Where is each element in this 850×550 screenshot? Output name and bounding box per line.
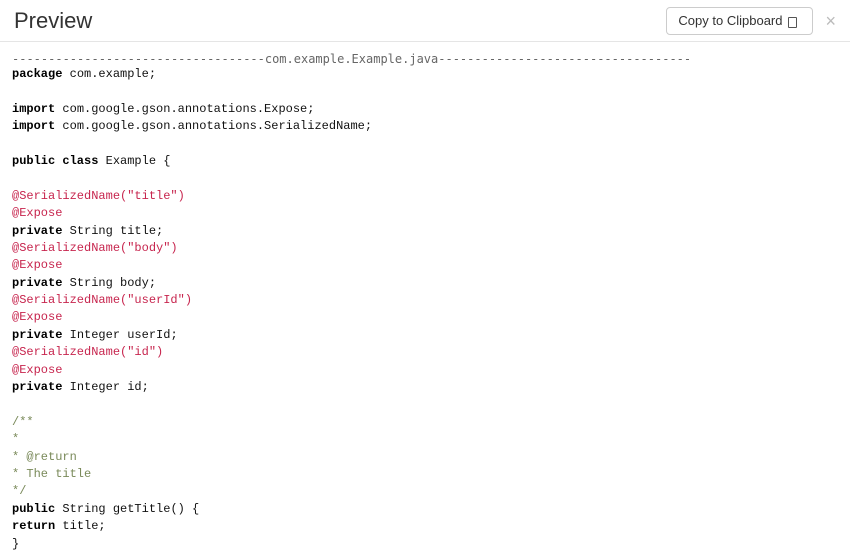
code-line: public class Example { <box>12 153 838 170</box>
code-token-ann: @Expose <box>12 363 62 377</box>
code-line: */ <box>12 483 838 500</box>
code-line <box>12 83 838 100</box>
code-line: @SerializedName("title") <box>12 188 838 205</box>
code-token-kw: private <box>12 276 62 290</box>
code-line: @Expose <box>12 205 838 222</box>
code-token-kw: private <box>12 224 62 238</box>
code-line <box>12 170 838 187</box>
header-actions: Copy to Clipboard × <box>666 7 836 35</box>
code-line: * @return <box>12 449 838 466</box>
code-token-pl: com.example; <box>62 67 156 81</box>
code-token-pl: String title; <box>62 224 163 238</box>
code-token-jdoc: * @return <box>12 450 77 464</box>
code-line: public String getTitle() { <box>12 501 838 518</box>
code-line: private String title; <box>12 223 838 240</box>
code-line: return title; <box>12 518 838 535</box>
code-token-ann: @SerializedName("body") <box>12 241 178 255</box>
modal-title: Preview <box>14 8 92 34</box>
code-line: import com.google.gson.annotations.Seria… <box>12 118 838 135</box>
code-line: private Integer id; <box>12 379 838 396</box>
code-token-pl: Integer id; <box>62 380 148 394</box>
code-token-pl: String body; <box>62 276 156 290</box>
code-line: @SerializedName("userId") <box>12 292 838 309</box>
code-line: @Expose <box>12 257 838 274</box>
code-token-pl: Example { <box>98 154 170 168</box>
code-token-ann: @Expose <box>12 310 62 324</box>
code-token-pl: } <box>12 537 19 550</box>
code-token-pl: String getTitle() { <box>55 502 199 516</box>
code-preview: package com.example; import com.google.g… <box>12 66 838 550</box>
code-token-ann: @Expose <box>12 258 62 272</box>
code-line: @Expose <box>12 309 838 326</box>
code-token-ann: @Expose <box>12 206 62 220</box>
code-token-kw: private <box>12 380 62 394</box>
code-token-ann: @SerializedName("id") <box>12 345 163 359</box>
code-line: } <box>12 536 838 550</box>
code-line: @SerializedName("id") <box>12 344 838 361</box>
code-token-jdoc: * The title <box>12 467 91 481</box>
code-token-pl: Integer userId; <box>62 328 177 342</box>
code-line: @SerializedName("body") <box>12 240 838 257</box>
modal-body[interactable]: -----------------------------------com.e… <box>0 42 850 550</box>
code-line: private String body; <box>12 275 838 292</box>
code-token-jdoc: */ <box>12 484 26 498</box>
code-line: * <box>12 431 838 448</box>
code-token-jdoc: * <box>12 432 19 446</box>
code-token-ann: @SerializedName("userId") <box>12 293 192 307</box>
code-token-kw: import <box>12 119 55 133</box>
code-token-pl: title; <box>55 519 105 533</box>
code-line: /** <box>12 414 838 431</box>
code-token-jdoc: /** <box>12 415 34 429</box>
code-token-pl: com.google.gson.annotations.Expose; <box>55 102 314 116</box>
code-token-ann: @SerializedName("title") <box>12 189 185 203</box>
modal-header: Preview Copy to Clipboard × <box>0 0 850 42</box>
code-line: package com.example; <box>12 66 838 83</box>
code-token-kw: return <box>12 519 55 533</box>
code-token-kw: public <box>12 502 55 516</box>
code-line <box>12 136 838 153</box>
code-line: private Integer userId; <box>12 327 838 344</box>
code-token-kw: private <box>12 328 62 342</box>
code-token-kw: package <box>12 67 62 81</box>
code-line: import com.google.gson.annotations.Expos… <box>12 101 838 118</box>
copy-button-label: Copy to Clipboard <box>678 14 782 27</box>
code-line: * The title <box>12 466 838 483</box>
file-divider: -----------------------------------com.e… <box>12 52 838 66</box>
code-token-kw: import <box>12 102 55 116</box>
clipboard-icon <box>788 14 801 28</box>
code-line: @Expose <box>12 362 838 379</box>
code-token-kw: public class <box>12 154 98 168</box>
close-icon[interactable]: × <box>825 12 836 30</box>
code-token-pl: com.google.gson.annotations.SerializedNa… <box>55 119 372 133</box>
copy-to-clipboard-button[interactable]: Copy to Clipboard <box>666 7 813 35</box>
code-line <box>12 396 838 413</box>
